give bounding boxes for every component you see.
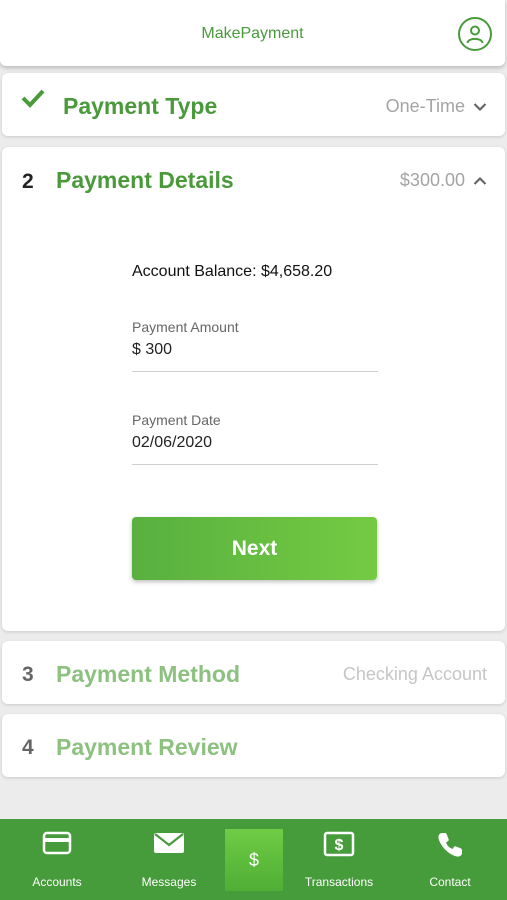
step-title-payment-details: Payment Details (56, 167, 234, 193)
payment-date-label: Payment Date (132, 412, 221, 428)
payment-date-input[interactable]: 02/06/2020 (132, 434, 378, 456)
nav-make-payment[interactable]: $ (225, 829, 283, 891)
phone-icon (438, 833, 462, 857)
credit-card-icon (42, 831, 72, 855)
payment-date-field[interactable]: Payment Date 02/06/2020 (132, 412, 378, 465)
step-title-payment-review: Payment Review (56, 734, 238, 760)
nav-label-transactions: Transactions (304, 875, 374, 889)
check-icon (21, 89, 45, 108)
step-value-payment-details[interactable]: $300.00 (400, 170, 487, 191)
payment-type-value: One-Time (385, 96, 465, 116)
step-payment-details: 2 Payment Details $300.00 Account Balanc… (2, 147, 505, 631)
step-number: 3 (22, 663, 34, 686)
nav-messages[interactable]: Messages (124, 819, 214, 900)
account-balance: Account Balance: $4,658.20 (132, 263, 333, 280)
app-title: MakePayment (201, 25, 304, 42)
bottom-nav: Accounts Messages $ $ Transactions Conta (0, 819, 507, 900)
nav-label-accounts: Accounts (32, 875, 82, 889)
nav-transactions[interactable]: $ Transactions (294, 819, 384, 900)
svg-text:$: $ (335, 837, 344, 854)
step-value-payment-type: One-Time (386, 96, 487, 117)
nav-accounts[interactable]: Accounts (12, 819, 102, 900)
user-circle-icon (466, 25, 484, 44)
step-payment-review[interactable]: 4 Payment Review (2, 714, 505, 777)
nav-contact[interactable]: Contact (405, 819, 495, 900)
dollar-icon: $ (248, 850, 259, 870)
step-payment-method[interactable]: 3 Payment Method Checking Account (2, 641, 505, 704)
chevron-up-icon (473, 176, 487, 185)
app-header: MakePayment (0, 0, 505, 66)
envelope-icon (154, 833, 184, 853)
step-value-payment-method: Checking Account (342, 664, 487, 684)
nav-label-contact: Contact (429, 875, 471, 889)
dollar-bill-icon: $ (323, 831, 355, 857)
step-number: 4 (22, 736, 34, 759)
next-button[interactable]: Next (132, 517, 377, 580)
payment-amount-input[interactable]: $ 300 (132, 341, 378, 363)
step-title-payment-type: Payment Type (63, 93, 218, 119)
nav-label-messages: Messages (141, 875, 197, 889)
payment-amount-label: Payment Amount (132, 319, 239, 335)
chevron-down-icon (473, 102, 487, 111)
payment-details-value: $300.00 (399, 170, 465, 190)
step-payment-type[interactable]: Payment Type One-Time (2, 73, 505, 136)
step-number: 2 (22, 170, 34, 193)
step-title-payment-method: Payment Method (56, 661, 241, 687)
profile-button[interactable] (458, 17, 492, 51)
payment-amount-field[interactable]: Payment Amount $ 300 (132, 319, 378, 372)
